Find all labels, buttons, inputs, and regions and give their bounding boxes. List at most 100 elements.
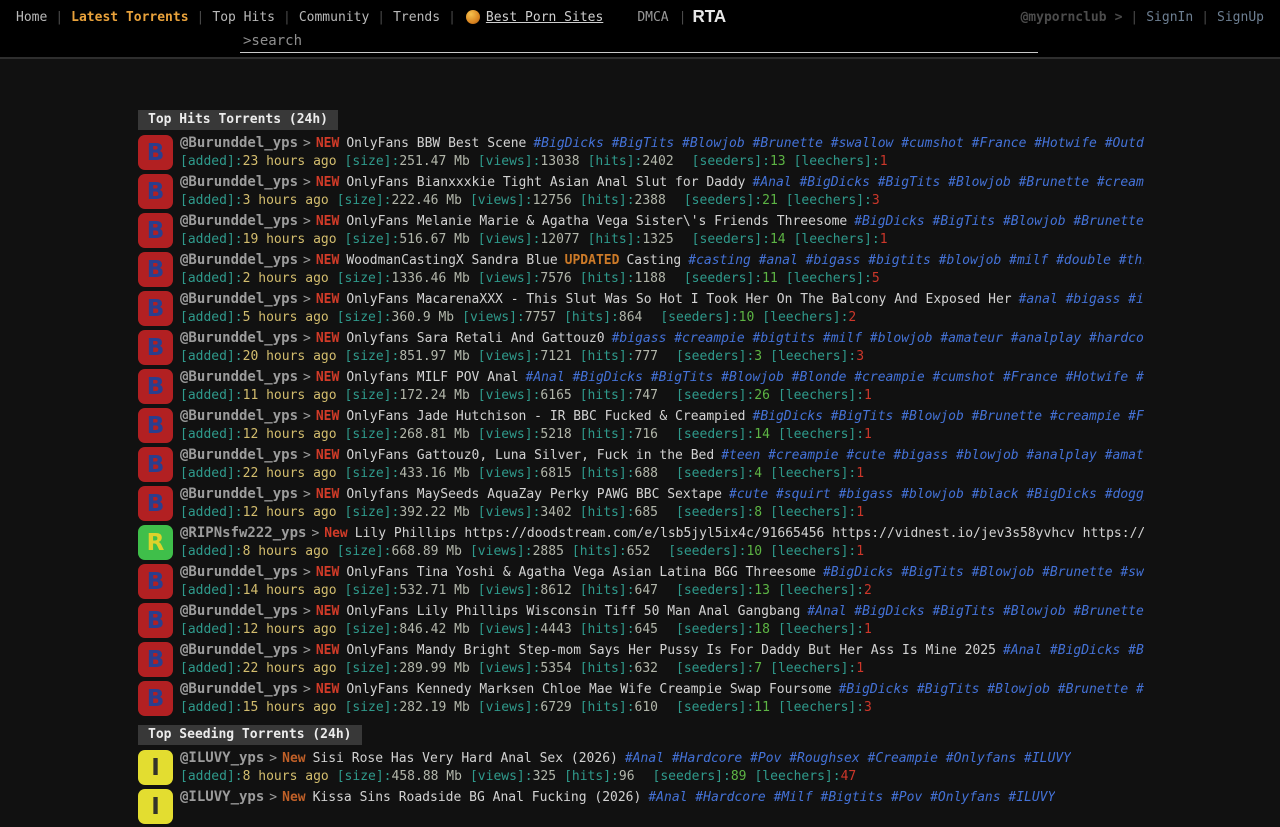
torrent-tags[interactable]: #Anal #BigDicks #BigTits #Blowjob #Blond… [526, 370, 1144, 385]
torrent-tags[interactable]: #cute #squirt #bigass #blowjob #black #B… [729, 487, 1144, 502]
chevron-separator-icon: > [298, 136, 316, 151]
uploader-username[interactable]: @Burunddel_yps [180, 291, 298, 307]
torrent-tags[interactable]: #Anal #BigDicks #BigTits … [1003, 643, 1144, 658]
uploader-username[interactable]: @Burunddel_yps [180, 330, 298, 346]
uploader-avatar[interactable]: I [138, 789, 173, 824]
uploader-avatar[interactable]: I [138, 750, 173, 785]
seeders-value: 26 [754, 388, 770, 403]
torrent-tags[interactable]: #Anal #Hardcore #Pov #Roughsex #Creampie… [625, 751, 1071, 766]
uploader-username[interactable]: @Burunddel_yps [180, 447, 298, 463]
new-badge: New [324, 526, 347, 541]
uploader-avatar[interactable]: B [138, 408, 173, 443]
seeders-label: [seeders]: [676, 427, 754, 442]
account-handle[interactable]: @mypornclub [1020, 10, 1106, 25]
torrent-title[interactable]: Sisi Rose Has Very Hard Anal Sex (2026) [313, 751, 618, 766]
nav-item-community[interactable]: Community [291, 10, 377, 25]
torrent-title[interactable]: Lily Phillips https://doodstream.com/e/l… [355, 526, 1144, 541]
uploader-avatar[interactable]: B [138, 564, 173, 599]
uploader-username[interactable]: @Burunddel_yps [180, 564, 298, 580]
torrent-stats-line: [added]:12 hours ago[size]:392.22 Mb[vie… [180, 504, 1144, 521]
nav-item-top-hits[interactable]: Top Hits [204, 10, 283, 25]
dmca-link[interactable]: DMCA [613, 10, 678, 25]
uploader-username[interactable]: @Burunddel_yps [180, 252, 298, 268]
added-label: [added]: [180, 466, 243, 481]
torrent-title[interactable]: WoodmanCastingX Sandra Blue [346, 253, 557, 268]
torrent-title[interactable]: OnlyFans Gattouz0, Luna Silver, Fuck in … [346, 448, 714, 463]
chevron-separator-icon: > [298, 175, 316, 190]
uploader-avatar[interactable]: B [138, 291, 173, 326]
torrent-title[interactable]: OnlyFans Jade Hutchison - IR BBC Fucked … [346, 409, 745, 424]
torrent-title[interactable]: OnlyFans Kennedy Marksen Chloe Mae Wife … [346, 682, 831, 697]
torrent-tags[interactable]: #BigDicks #BigTits #Blowjob #Brunette #s… [533, 136, 1144, 151]
uploader-username[interactable]: @Burunddel_yps [180, 486, 298, 502]
uploader-username[interactable]: @ILUVY_yps [180, 750, 264, 766]
torrent-tags[interactable]: #Anal #Hardcore #Milf #Bigtits #Pov #Onl… [648, 790, 1055, 805]
uploader-avatar[interactable]: B [138, 603, 173, 638]
hits-value: 610 [635, 700, 658, 715]
added-label: [added]: [180, 232, 243, 247]
uploader-username[interactable]: @Burunddel_yps [180, 642, 298, 658]
leechers-value: 5 [872, 271, 880, 286]
torrent-tags[interactable]: #BigDicks #BigTits #Blowjob #Brunette #c… [753, 409, 1145, 424]
torrent-tags[interactable]: #casting #anal #bigass #bigtits #blowjob… [688, 253, 1144, 268]
torrent-row: B @Burunddel_yps>NEWOnlyFans Melanie Mar… [138, 212, 1144, 251]
uploader-username[interactable]: @Burunddel_yps [180, 369, 298, 385]
uploader-avatar[interactable]: B [138, 486, 173, 521]
uploader-username[interactable]: @Burunddel_yps [180, 174, 298, 190]
nav-item-trends[interactable]: Trends [385, 10, 448, 25]
torrent-tags[interactable]: #bigass #creampie #bigtits #milf #blowjo… [612, 331, 1144, 346]
torrent-title[interactable]: Onlyfans MILF POV Anal [346, 370, 518, 385]
search-input[interactable] [240, 32, 1038, 53]
torrent-tags[interactable]: #Anal #BigDicks #BigTits #Blowjob #Brune… [753, 175, 1145, 190]
uploader-avatar[interactable]: B [138, 174, 173, 209]
uploader-avatar[interactable]: B [138, 252, 173, 287]
uploader-username[interactable]: @Burunddel_yps [180, 135, 298, 151]
added-label: [added]: [180, 349, 243, 364]
uploader-username[interactable]: @Burunddel_yps [180, 408, 298, 424]
best-porn-sites-link[interactable]: Best Porn Sites [456, 10, 613, 25]
uploader-username[interactable]: @Burunddel_yps [180, 213, 298, 229]
torrent-title-line: @Burunddel_yps>NEWOnlyFans MacarenaXXX -… [180, 290, 1144, 309]
seeders-label: [seeders]: [684, 271, 762, 286]
torrent-title[interactable]: Kissa Sins Roadside BG Anal Fucking (202… [313, 790, 642, 805]
torrent-tags[interactable]: #BigDicks #BigTits #Blowjob #Brunette #s… [823, 565, 1144, 580]
size-value: 433.16 Mb [399, 466, 469, 481]
torrent-tags[interactable]: #teen #creampie #cute #bigass #blowjob #… [721, 448, 1144, 463]
uploader-username[interactable]: @Burunddel_yps [180, 681, 298, 697]
size-value: 172.24 Mb [399, 388, 469, 403]
signin-link[interactable]: SignIn [1138, 10, 1201, 25]
seeders-value: 10 [746, 544, 762, 559]
torrent-title[interactable]: OnlyFans Melanie Marie & Agatha Vega Sis… [346, 214, 847, 229]
torrent-tags[interactable]: #BigDicks #BigTits #Blowjob #Brunette #s… [839, 682, 1144, 697]
torrent-title[interactable]: OnlyFans Lily Phillips Wisconsin Tiff 50… [346, 604, 800, 619]
torrent-title[interactable]: OnlyFans Bianxxxkie Tight Asian Anal Slu… [346, 175, 745, 190]
torrent-title[interactable]: OnlyFans MacarenaXXX - This Slut Was So … [346, 292, 1011, 307]
torrent-title[interactable]: OnlyFans Mandy Bright Step-mom Says Her … [346, 643, 996, 658]
nav-item-latest-torrents[interactable]: Latest Torrents [63, 10, 196, 25]
torrent-title[interactable]: Onlyfans Sara Retali And Gattouz0 [346, 331, 604, 346]
uploader-avatar[interactable]: B [138, 135, 173, 170]
uploader-avatar[interactable]: B [138, 681, 173, 716]
uploader-avatar[interactable]: B [138, 447, 173, 482]
uploader-username[interactable]: @ILUVY_yps [180, 789, 264, 805]
rta-logo[interactable]: RTA [686, 7, 732, 28]
signup-link[interactable]: SignUp [1209, 10, 1272, 25]
uploader-avatar[interactable]: B [138, 369, 173, 404]
torrent-tags[interactable]: #Anal #BigDicks #BigTits #Blowjob #Brune… [807, 604, 1144, 619]
uploader-avatar[interactable]: R [138, 525, 173, 560]
torrent-title[interactable]: OnlyFans BBW Best Scene [346, 136, 526, 151]
torrent-title[interactable]: OnlyFans Tina Yoshi & Agatha Vega Asian … [346, 565, 816, 580]
uploader-username[interactable]: @Burunddel_yps [180, 603, 298, 619]
uploader-username[interactable]: @RIPNsfw222_yps [180, 525, 306, 541]
torrent-title[interactable]: Onlyfans MaySeeds AquaZay Perky PAWG BBC… [346, 487, 722, 502]
added-label: [added]: [180, 544, 243, 559]
size-label: [size]: [345, 427, 400, 442]
new-badge: NEW [316, 253, 339, 268]
torrent-tags[interactable]: #BigDicks #BigTits #Blowjob #Brunette #s… [854, 214, 1144, 229]
uploader-avatar[interactable]: B [138, 642, 173, 677]
uploader-avatar[interactable]: B [138, 330, 173, 365]
torrent-tags[interactable]: #anal #bigass #interrac… [1019, 292, 1144, 307]
uploader-avatar[interactable]: B [138, 213, 173, 248]
nav-item-home[interactable]: Home [8, 10, 55, 25]
added-label: [added]: [180, 193, 243, 208]
